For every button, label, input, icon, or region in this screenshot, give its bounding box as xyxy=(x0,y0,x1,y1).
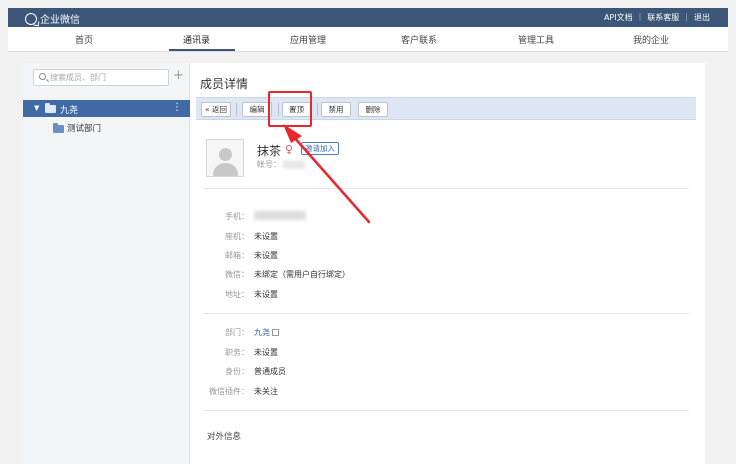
account-value-redacted xyxy=(283,160,305,169)
email-value: 未设置 xyxy=(254,251,278,260)
caret-down-icon[interactable]: ▼ xyxy=(34,104,39,112)
wecom-logo-icon xyxy=(25,12,37,25)
invite-button[interactable]: 邀请加入 xyxy=(301,142,339,155)
top-links: API文档 | 联系客服 | 退出 xyxy=(604,12,710,23)
member-search[interactable] xyxy=(33,69,169,86)
wechat-value: 未绑定（需用户自行绑定） xyxy=(254,270,350,279)
phone-label: 手机： xyxy=(225,212,249,221)
member-name: 抹茶 xyxy=(257,144,282,158)
position-label: 职务： xyxy=(225,348,249,357)
landline-value: 未设置 xyxy=(254,232,278,241)
department-link[interactable]: 九尧 xyxy=(254,328,270,337)
nav-management-tools[interactable]: 管理工具 xyxy=(518,33,554,46)
nav-contacts[interactable]: 通讯录 xyxy=(183,33,210,46)
link-separator: | xyxy=(685,12,688,21)
position-value: 未设置 xyxy=(254,348,278,357)
toolbar-divider xyxy=(317,103,318,116)
top-bar: 企业微信 API文档 | 联系客服 | 退出 xyxy=(8,8,728,27)
identity-label: 身份： xyxy=(225,367,249,376)
wechat-label: 微信： xyxy=(225,270,249,279)
add-button[interactable]: + xyxy=(173,69,184,83)
department-label: 部门： xyxy=(225,328,249,337)
edit-highlight-box xyxy=(268,91,312,127)
wechat-plugin-value: 未关注 xyxy=(254,387,278,396)
department-value[interactable]: 九尧 xyxy=(254,327,279,338)
folder-icon xyxy=(45,103,56,113)
main-nav: 首页 通讯录 应用管理 客户联系 管理工具 我的企业 xyxy=(8,27,728,52)
landline-label: 座机： xyxy=(225,232,249,241)
avatar xyxy=(206,139,244,177)
tree-item-root[interactable]: ▼ 九尧 ⋮ xyxy=(23,100,190,117)
divider xyxy=(203,313,689,314)
search-icon xyxy=(39,73,46,80)
app-title: 企业微信 xyxy=(40,15,80,26)
api-docs-link[interactable]: API文档 xyxy=(604,12,633,23)
tree-item-test-dept[interactable]: 测试部门 xyxy=(23,120,190,134)
org-sidebar: + ▼ 九尧 ⋮ 测试部门 xyxy=(23,63,190,464)
content-panel: + ▼ 九尧 ⋮ 测试部门 成员详情 « 返回 编辑 置顶 禁用 删除 xyxy=(23,63,705,464)
contact-support-link[interactable]: 联系客服 xyxy=(647,12,679,23)
nav-my-enterprise[interactable]: 我的企业 xyxy=(633,33,669,46)
female-icon: ♀ xyxy=(285,143,294,156)
tree-item-label: 测试部门 xyxy=(67,124,102,134)
divider xyxy=(203,410,689,411)
search-input[interactable] xyxy=(50,72,164,83)
nav-app-management[interactable]: 应用管理 xyxy=(290,33,326,46)
more-options-icon[interactable]: ⋮ xyxy=(172,102,182,113)
wechat-plugin-label: 微信插件： xyxy=(209,387,249,396)
back-button[interactable]: « 返回 xyxy=(201,102,231,117)
account-label: 帐号： xyxy=(257,160,281,169)
email-label: 邮箱： xyxy=(225,251,249,260)
address-label: 地址： xyxy=(225,290,249,299)
phone-value-redacted xyxy=(254,211,306,220)
link-separator: | xyxy=(638,12,642,21)
logout-link[interactable]: 退出 xyxy=(694,12,710,23)
active-tab-indicator xyxy=(169,49,235,51)
tree-item-label: 九尧 xyxy=(60,106,79,116)
divider xyxy=(203,188,689,189)
identity-value: 普通成员 xyxy=(254,367,286,376)
folder-icon xyxy=(53,123,64,133)
logo[interactable]: 企业微信 xyxy=(25,11,80,26)
nav-customer-contact[interactable]: 客户联系 xyxy=(401,33,437,46)
delete-button[interactable]: 删除 xyxy=(358,102,388,117)
page-title: 成员详情 xyxy=(200,77,249,91)
nav-home[interactable]: 首页 xyxy=(75,33,93,46)
disable-button[interactable]: 禁用 xyxy=(321,102,351,117)
department-tree-icon xyxy=(272,329,279,336)
toolbar-divider xyxy=(236,103,237,116)
address-value: 未设置 xyxy=(254,290,278,299)
external-info-heading: 对外信息 xyxy=(207,432,242,442)
member-detail: 成员详情 « 返回 编辑 置顶 禁用 删除 抹茶 ♀ 邀请加入 帐号： 手机： … xyxy=(191,63,705,464)
